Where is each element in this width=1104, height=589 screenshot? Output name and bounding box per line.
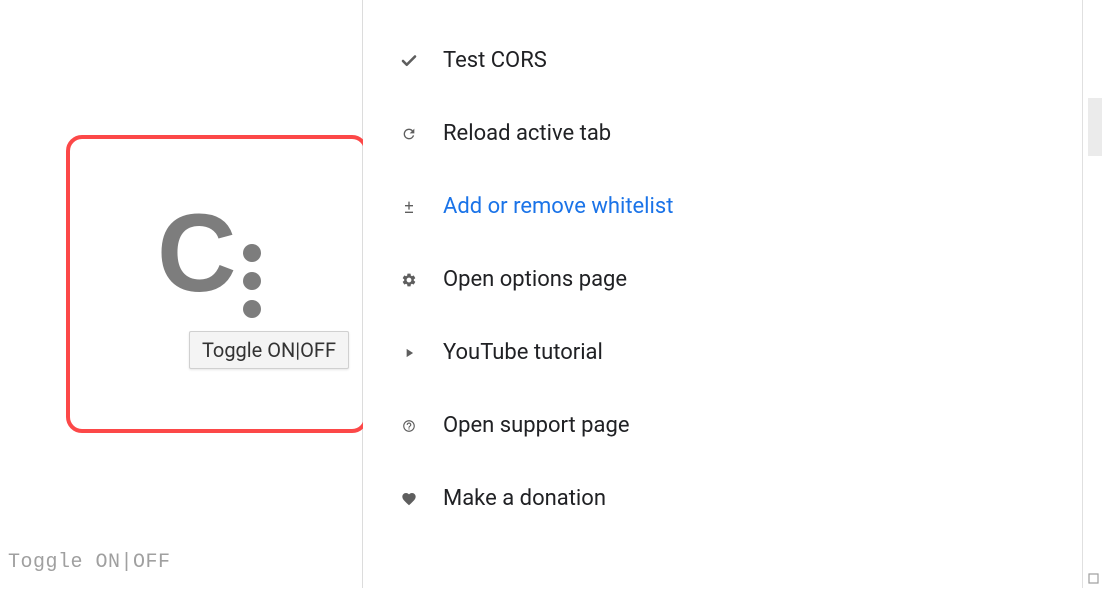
menu-label: Open support page <box>443 413 629 438</box>
logo-dots <box>243 244 261 318</box>
question-icon <box>399 416 419 436</box>
cors-unblock-logo[interactable]: C <box>157 219 277 339</box>
reload-icon <box>399 124 419 144</box>
menu-item-support[interactable]: Open support page <box>399 389 1104 462</box>
menu-label: Reload active tab <box>443 121 611 146</box>
right-edge-strip <box>1082 0 1104 588</box>
menu-item-reload[interactable]: Reload active tab <box>399 97 1104 170</box>
menu-item-options[interactable]: Open options page <box>399 243 1104 316</box>
menu-item-youtube[interactable]: YouTube tutorial <box>399 316 1104 389</box>
logo-tooltip: Toggle ON|OFF <box>189 331 349 369</box>
menu-item-whitelist[interactable]: Add or remove whitelist <box>399 170 1104 243</box>
menu-label: Test CORS <box>443 48 547 73</box>
highlight-box: C Toggle ON|OFF <box>66 135 368 433</box>
menu-item-test-cors[interactable]: Test CORS <box>399 24 1104 97</box>
play-icon <box>399 343 419 363</box>
heart-icon <box>399 489 419 509</box>
scrollbar-thumb[interactable] <box>1088 98 1102 156</box>
status-text: Toggle ON|OFF <box>8 551 171 574</box>
check-icon <box>399 51 419 71</box>
menu-label: Add or remove whitelist <box>443 194 673 219</box>
menu-label: Open options page <box>443 267 627 292</box>
gear-icon <box>399 270 419 290</box>
menu-label: Make a donation <box>443 486 606 511</box>
menu-panel: Test CORS Reload active tab Add or remov… <box>363 0 1104 588</box>
logo-letter-c: C <box>157 199 236 309</box>
menu-label: YouTube tutorial <box>443 340 603 365</box>
left-panel: C Toggle ON|OFF Toggle ON|OFF <box>0 0 362 588</box>
resize-handle-icon[interactable] <box>1086 570 1100 584</box>
menu-item-donate[interactable]: Make a donation <box>399 462 1104 535</box>
plus-minus-icon <box>399 197 419 217</box>
